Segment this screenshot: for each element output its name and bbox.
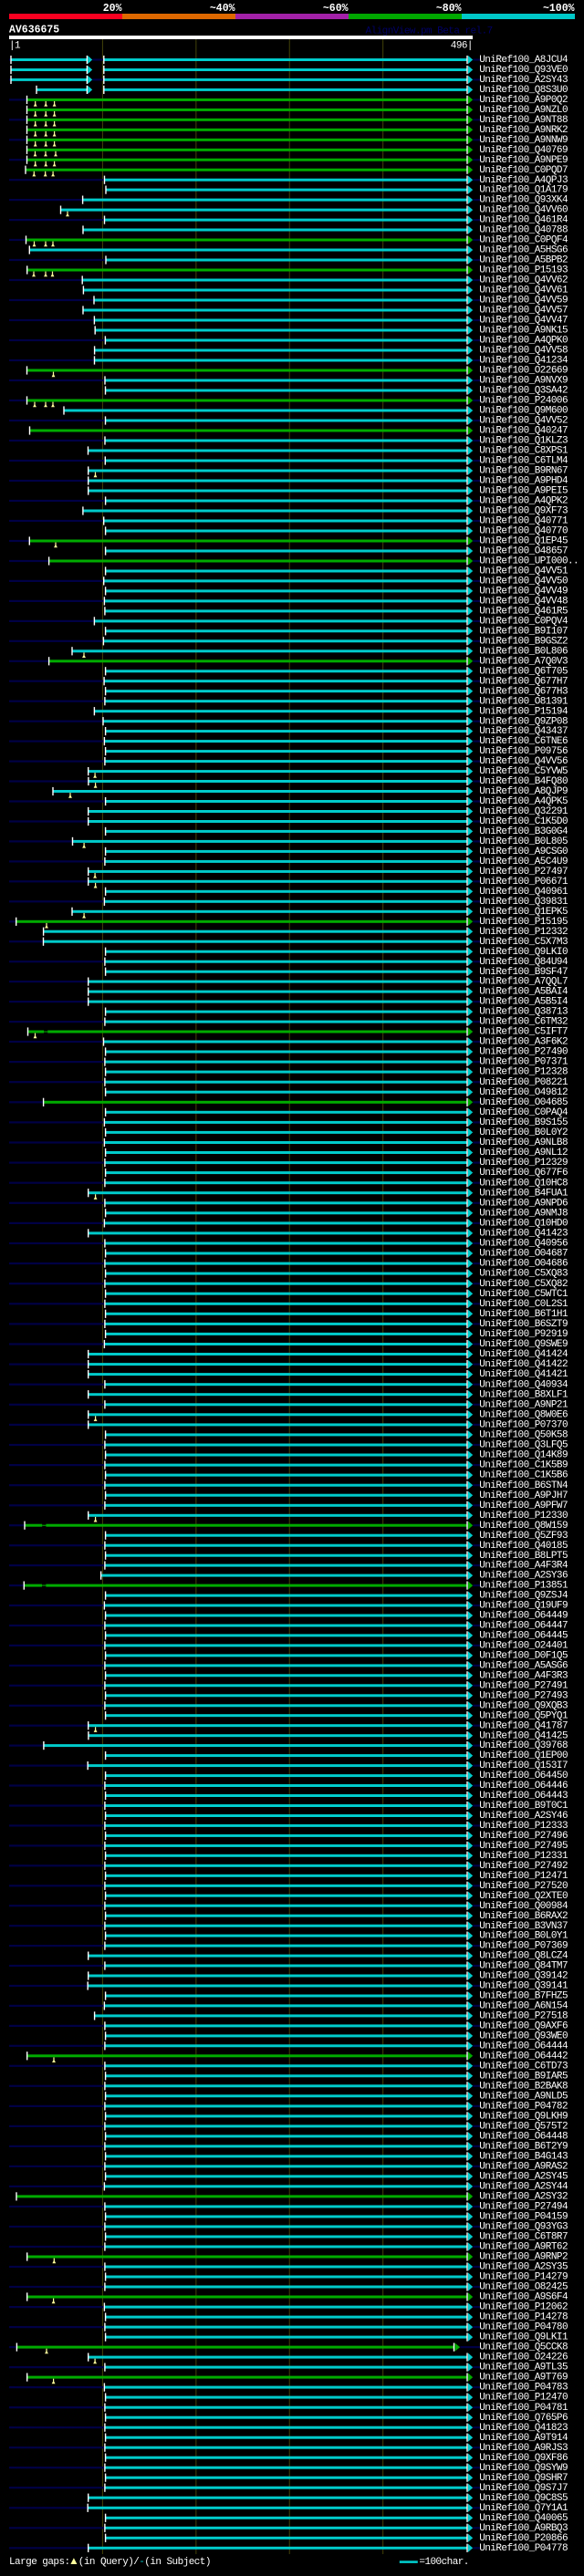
svg-text:(in Query)/: (in Query)/: [78, 2557, 140, 2568]
svg-text:~100%: ~100%: [543, 3, 575, 15]
svg-text:~80%: ~80%: [436, 3, 462, 15]
svg-text:~60%: ~60%: [323, 3, 349, 15]
svg-text:(in Subject): (in Subject): [144, 2557, 211, 2568]
svg-text:~40%: ~40%: [210, 3, 235, 15]
svg-text:=100char.: =100char.: [419, 2557, 468, 2568]
svg-text:UniRef100_P04778: UniRef100_P04778: [479, 2543, 568, 2554]
svg-text:Large gaps:: Large gaps:: [9, 2557, 70, 2568]
svg-text:AlignView.pm Beta rel.7: AlignView.pm Beta rel.7: [366, 26, 493, 37]
svg-text:496|: 496|: [451, 41, 473, 52]
svg-text:|1: |1: [9, 41, 21, 52]
svg-text:20%: 20%: [103, 3, 122, 15]
svg-text:AV636675: AV636675: [9, 25, 59, 36]
